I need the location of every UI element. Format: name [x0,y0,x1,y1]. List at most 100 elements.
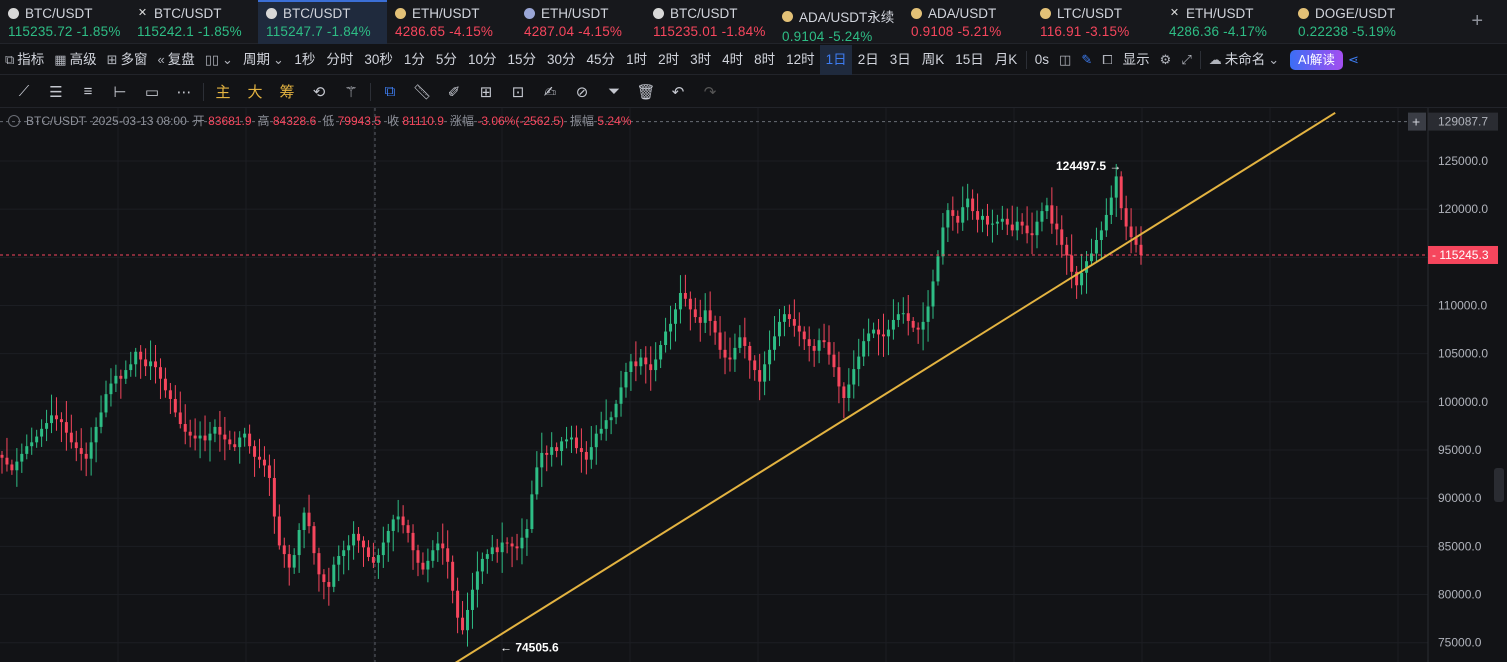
period-option[interactable]: 15分 [502,45,542,75]
period-option[interactable]: 4时 [717,45,749,75]
main-indicator-button[interactable]: 主 [207,76,239,108]
period-option[interactable]: 30秒 [359,45,399,75]
chevron-down-icon: ⌄ [222,51,233,67]
period-option[interactable]: 5分 [430,45,462,75]
ticker-symbol-label: ETH/USDT [1186,6,1254,21]
candle-body [99,412,103,427]
add-tab-icon[interactable]: + [1471,10,1483,33]
candle-body [777,321,781,337]
ticker-tab[interactable]: LTC/USDT 116.91 -3.15% [1032,0,1161,44]
legend-toggle-icon[interactable] [8,114,20,127]
sync-tool[interactable]: ⟲ [303,76,335,108]
horizontal-ray-tool[interactable]: ⊢ [104,76,136,108]
candle-body [990,223,994,225]
filter-tool[interactable]: ⏷ [598,76,630,108]
rectangle-tool[interactable]: ▭ [136,76,168,108]
more-tools[interactable]: ⋯ [168,76,200,108]
horizontal-lines-tool[interactable]: ☰ [40,76,72,108]
period-option[interactable]: 3时 [685,45,717,75]
price-chart[interactable]: 125000.0120000.0115000.0110000.0105000.0… [0,108,1507,662]
candle-body [25,446,29,454]
ticker-tab[interactable]: ✕ BTC/USDT 115242.1 -1.85% [129,0,258,44]
settings-button[interactable]: ⚙ [1155,45,1177,75]
candle-body [614,403,618,418]
chip-distribution-button[interactable]: 筹 [271,76,303,108]
period-option[interactable]: 15日 [950,45,990,75]
camera-icon: ◫ [1059,51,1072,67]
chart-type-button[interactable]: ▯▯ ⌄ [200,45,238,75]
ticker-symbol-label: DOGE/USDT [1315,6,1396,21]
ticker-tab[interactable]: ADA/USDT 0.9108 -5.21% [903,0,1032,44]
ticker-symbol-label: BTC/USDT [283,6,351,21]
period-option[interactable]: 45分 [581,45,621,75]
copy-tool[interactable]: ⧉ [374,76,406,108]
ticker-tab[interactable]: ✕ ETH/USDT 4286.36 -4.17% [1161,0,1290,44]
multi-window-button[interactable]: ⊞ 多窗 [102,45,153,75]
ticker-tab[interactable]: BTC/USDT 115235.01 -1.84% [645,0,774,44]
display-label: 显示 [1122,51,1150,67]
candle-body [223,434,227,440]
candle-body [124,370,128,379]
screenshot-button[interactable]: ◫ [1054,45,1076,75]
magnet-tool[interactable]: ⊘ [566,76,598,108]
ticker-change: -1.84% [721,24,766,39]
advanced-button[interactable]: ▦ 高级 [49,45,101,75]
candle-body [1109,197,1113,215]
period-option[interactable]: 12时 [781,45,821,75]
candle-body [490,547,494,555]
ai-interpret-button[interactable]: AI解读 [1290,49,1343,70]
fullscreen-button[interactable]: ⤢ [1176,45,1196,75]
candle-body [718,332,722,350]
candle-body [248,433,252,447]
delete-tool[interactable]: 🗑︎ [630,76,662,108]
period-option[interactable]: 月K [989,45,1023,75]
ticker-tab[interactable]: DOGE/USDT 0.22238 -5.19% [1290,0,1419,44]
period-option[interactable]: 2日 [852,45,884,75]
ticker-tabs: BTC/USDT 115235.72 -1.85% ✕ BTC/USDT 115242.… [0,0,1507,44]
period-option[interactable]: 1时 [621,45,653,75]
candle-body [183,424,187,432]
trend-line-tool[interactable]: ⟋ [8,76,40,108]
ticker-tab[interactable]: BTC/USDT 115247.7 -1.84% [258,0,387,44]
popout-button[interactable]: ⧠ [1097,45,1117,75]
top-marker-label: 129087.7 [1438,115,1488,129]
share-button[interactable]: ⋖ [1343,45,1364,75]
indicators-button[interactable]: ⧉ 指标 [0,45,49,75]
layout-dropdown[interactable]: ☁ 未命名 ⌄ [1204,45,1284,75]
brush-tool[interactable]: ✐ [438,76,470,108]
y-tick-label: 110000.0 [1438,299,1487,313]
ticker-tab[interactable]: ETH/USDT 4287.04 -4.15% [516,0,645,44]
period-option[interactable]: 1秒 [289,45,321,75]
magic-tool[interactable]: ⚚ [335,76,367,108]
period-option[interactable]: 分时 [321,45,359,75]
measure-tool[interactable]: ⊞ [470,76,502,108]
redo-button[interactable]: ↷ [694,76,726,108]
period-option[interactable]: 周K [916,45,950,75]
period-option[interactable]: 3日 [884,45,916,75]
channel-tool[interactable]: ≡ [72,76,104,108]
candle-body [673,309,677,324]
ticker-tab[interactable]: ETH/USDT 4286.65 -4.15% [387,0,516,44]
display-button[interactable]: 显示 [1118,45,1155,75]
period-option[interactable]: 30分 [542,45,582,75]
candle-body [94,426,98,443]
period-option[interactable]: 1分 [398,45,430,75]
period-option[interactable]: 1日 [820,44,853,75]
edit-tool[interactable]: ✍ [534,76,566,108]
candle-body [144,359,148,367]
period-dropdown[interactable]: 周期 ⌄ [238,45,289,75]
period-option[interactable]: 8时 [749,45,781,75]
draw-toggle-button[interactable]: ✎ [1076,45,1097,75]
ruler-tool[interactable]: 📏︎ [406,76,438,108]
period-option[interactable]: 10分 [462,45,502,75]
candle-body [79,448,83,454]
ticker-tab[interactable]: ADA/USDT永续 0.9104 -5.24% [774,0,903,44]
period-option[interactable]: 2时 [653,45,685,75]
ticker-tab[interactable]: BTC/USDT 115235.72 -1.85% [0,0,129,44]
candle-body [877,329,881,335]
undo-button[interactable]: ↶ [662,76,694,108]
candle-body [901,313,905,315]
big-order-button[interactable]: 大 [239,76,271,108]
replay-button[interactable]: «复盘 [153,45,200,75]
lock-tool[interactable]: ⊡ [502,76,534,108]
